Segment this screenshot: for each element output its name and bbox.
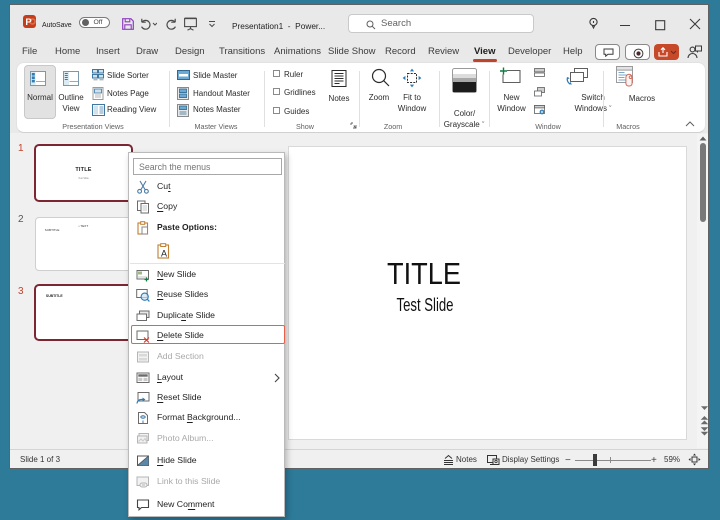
svg-text:P: P: [25, 17, 32, 28]
svg-text:A: A: [161, 249, 167, 259]
